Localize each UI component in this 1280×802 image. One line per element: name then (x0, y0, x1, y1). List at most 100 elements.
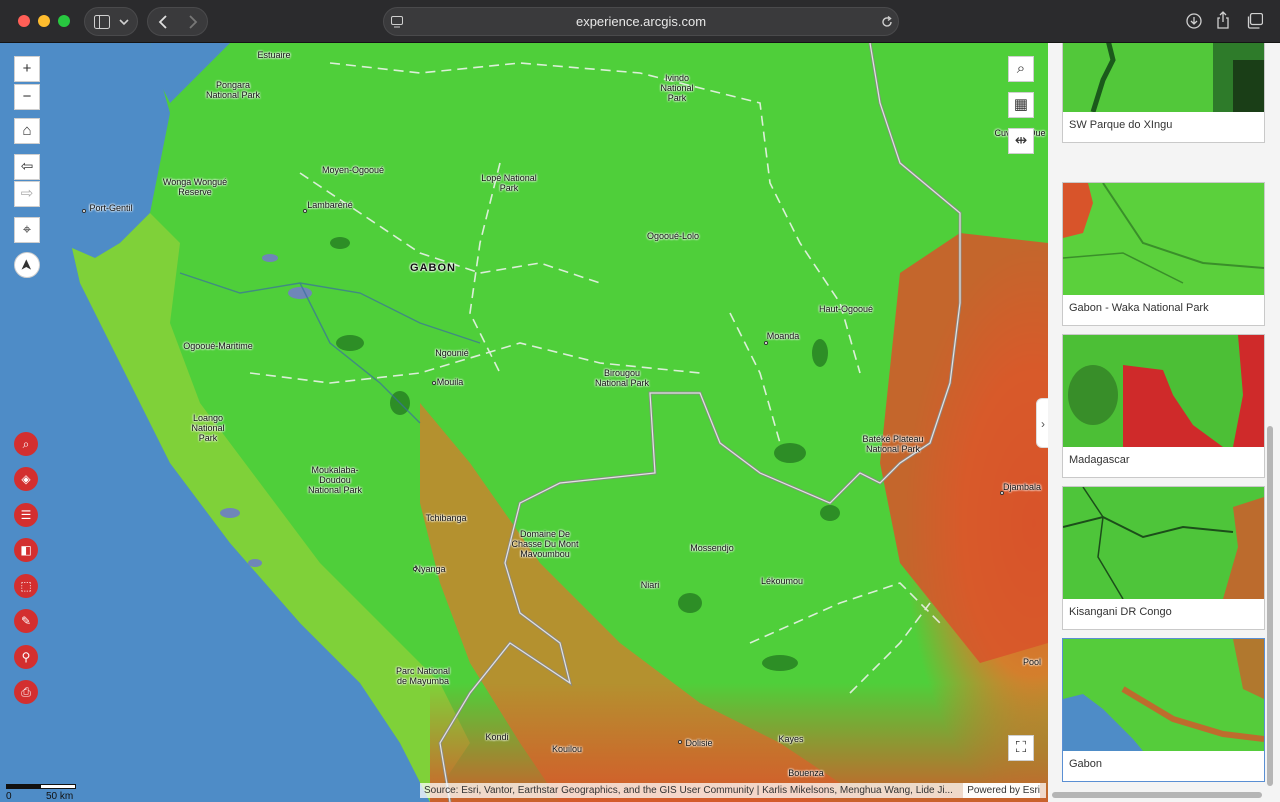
satellite-vegetation-layer (72, 43, 1048, 802)
city-marker (413, 567, 417, 571)
share-network-icon[interactable]: ⚲ (14, 645, 38, 669)
place-label: Moyen-Ogooué (321, 165, 385, 175)
share-icon[interactable] (1216, 11, 1230, 29)
url-text: experience.arcgis.com (575, 14, 707, 29)
map-view[interactable]: Estuaire Pongara National Park Ivindo Na… (0, 43, 1048, 802)
place-label: Lopé National Park (481, 173, 537, 193)
thumbnail (1063, 487, 1264, 599)
search-button[interactable]: ⌕ (1008, 56, 1034, 82)
swipe-icon[interactable]: ◧ (14, 538, 38, 562)
legend-icon[interactable]: ☰ (14, 503, 38, 527)
place-label: Lékoumou (760, 576, 804, 586)
chevron-down-icon (119, 19, 129, 26)
city-marker (82, 209, 86, 213)
city-marker (303, 209, 307, 213)
powered-by-esri[interactable]: Powered by Esri (963, 783, 1040, 798)
minimize-window-button[interactable] (38, 15, 50, 27)
thumbnail (1063, 183, 1264, 295)
place-label: Lambaréné (307, 200, 353, 210)
place-label: Domaine De Chasse Du Mont Mavoumbou (511, 529, 579, 559)
place-label: Port-Gentil (89, 203, 133, 213)
city-marker (678, 740, 682, 744)
place-label: Nyanga (414, 564, 446, 574)
attribution-text: Source: Esri, Vantor, Earthstar Geograph… (424, 785, 953, 796)
card-label: SW Parque do XIngu (1069, 119, 1173, 131)
place-label: Estuaire (257, 50, 291, 60)
search-widget-icon[interactable]: ⌕ (14, 432, 38, 456)
place-label: Moukalaba- Doudou National Park (307, 465, 363, 495)
back-icon[interactable] (158, 15, 168, 29)
place-label: Pool (1022, 657, 1042, 667)
thumbnail-image (1063, 183, 1264, 295)
place-label: Batéké Plateau National Park (862, 434, 924, 454)
place-label: Pongara National Park (205, 80, 261, 100)
place-label: Moanda (766, 331, 800, 341)
fullscreen-button[interactable]: ⛶ (1008, 735, 1034, 761)
layers-icon[interactable]: ◈ (14, 467, 38, 491)
measure-button[interactable]: ⇹ (1008, 128, 1034, 154)
close-window-button[interactable] (18, 15, 30, 27)
place-label: Birougou National Park (594, 368, 650, 388)
scale-start-label: 0 (6, 791, 12, 802)
scale-end-label: 50 km (46, 791, 74, 802)
fullscreen-window-button[interactable] (58, 15, 70, 27)
thumbnail (1063, 639, 1264, 751)
sidebar-toggle-button[interactable] (84, 7, 138, 36)
place-label: Kayes (778, 734, 804, 744)
place-label: Ogooué-Lolo (646, 231, 700, 241)
gallery-card[interactable]: Kisangani DR Congo (1062, 486, 1265, 630)
zoom-in-button[interactable]: + (14, 56, 40, 82)
thumbnail-image (1063, 639, 1264, 751)
zoom-out-button[interactable]: − (14, 84, 40, 110)
basemap-icon[interactable]: ✎ (14, 609, 38, 633)
browser-toolbar: experience.arcgis.com (0, 0, 1280, 43)
scale-bar: 0 50 km (6, 778, 78, 802)
thumbnail-image (1063, 43, 1264, 112)
scale-bar-graphic (6, 784, 76, 789)
place-label: Mossendjo (690, 543, 734, 553)
locate-button[interactable]: ⌖ (14, 217, 40, 243)
place-label: Niari (640, 580, 660, 590)
download-icon[interactable] (1186, 13, 1202, 29)
sidebar-icon (94, 15, 110, 29)
city-marker (764, 341, 768, 345)
place-label: Bouenza (788, 768, 824, 778)
place-label: Wonga Wongué Reserve (162, 177, 228, 197)
home-button[interactable]: ⌂ (14, 118, 40, 144)
tabs-icon[interactable] (1246, 13, 1263, 29)
place-label: Kouilou (551, 744, 583, 754)
thumbnail (1063, 335, 1264, 447)
vertical-scrollbar[interactable] (1267, 426, 1273, 786)
place-label: Ivindo National Park (660, 73, 694, 103)
horizontal-scrollbar[interactable] (1052, 792, 1262, 798)
place-label: Djambala (1002, 482, 1042, 492)
card-label: Gabon (1069, 758, 1103, 770)
print-icon[interactable]: ⎙ (14, 680, 38, 704)
forward-icon[interactable] (188, 15, 198, 29)
place-label: Haut-Ogooué (818, 304, 874, 314)
place-label: Parc National de Mayumba (395, 666, 451, 686)
thumbnail-image (1063, 487, 1264, 599)
compass-button[interactable]: ➤ (14, 252, 40, 278)
place-label: Ogooué-Maritime (183, 341, 253, 351)
qr-code-button[interactable]: ▦ (1008, 92, 1034, 118)
navigation-buttons (147, 7, 208, 36)
bookmark-gallery-panel: SW Parque do XIngu Gabon - Waka National… (1048, 43, 1280, 802)
thumbnail (1063, 43, 1264, 112)
city-marker (432, 381, 436, 385)
attribution-bar[interactable]: Source: Esri, Vantor, Earthstar Geograph… (420, 783, 1046, 798)
gallery-card[interactable]: Gabon - Waka National Park (1062, 182, 1265, 326)
place-label: Loango National Park (191, 413, 225, 443)
select-icon[interactable]: ⬚ (14, 574, 38, 598)
previous-extent-button[interactable]: ⇦ (14, 154, 40, 180)
city-marker (1000, 491, 1004, 495)
thumbnail-image (1063, 335, 1264, 447)
gallery-card-selected[interactable]: Gabon (1062, 638, 1265, 782)
next-extent-button[interactable]: ⇨ (14, 181, 40, 207)
place-label: Kondi (485, 732, 509, 742)
gallery-card[interactable]: SW Parque do XIngu (1062, 43, 1265, 143)
reload-icon[interactable] (881, 16, 893, 28)
gallery-card[interactable]: Madagascar (1062, 334, 1265, 478)
place-label: Ngounié (435, 348, 469, 358)
address-bar[interactable]: experience.arcgis.com (383, 7, 899, 36)
